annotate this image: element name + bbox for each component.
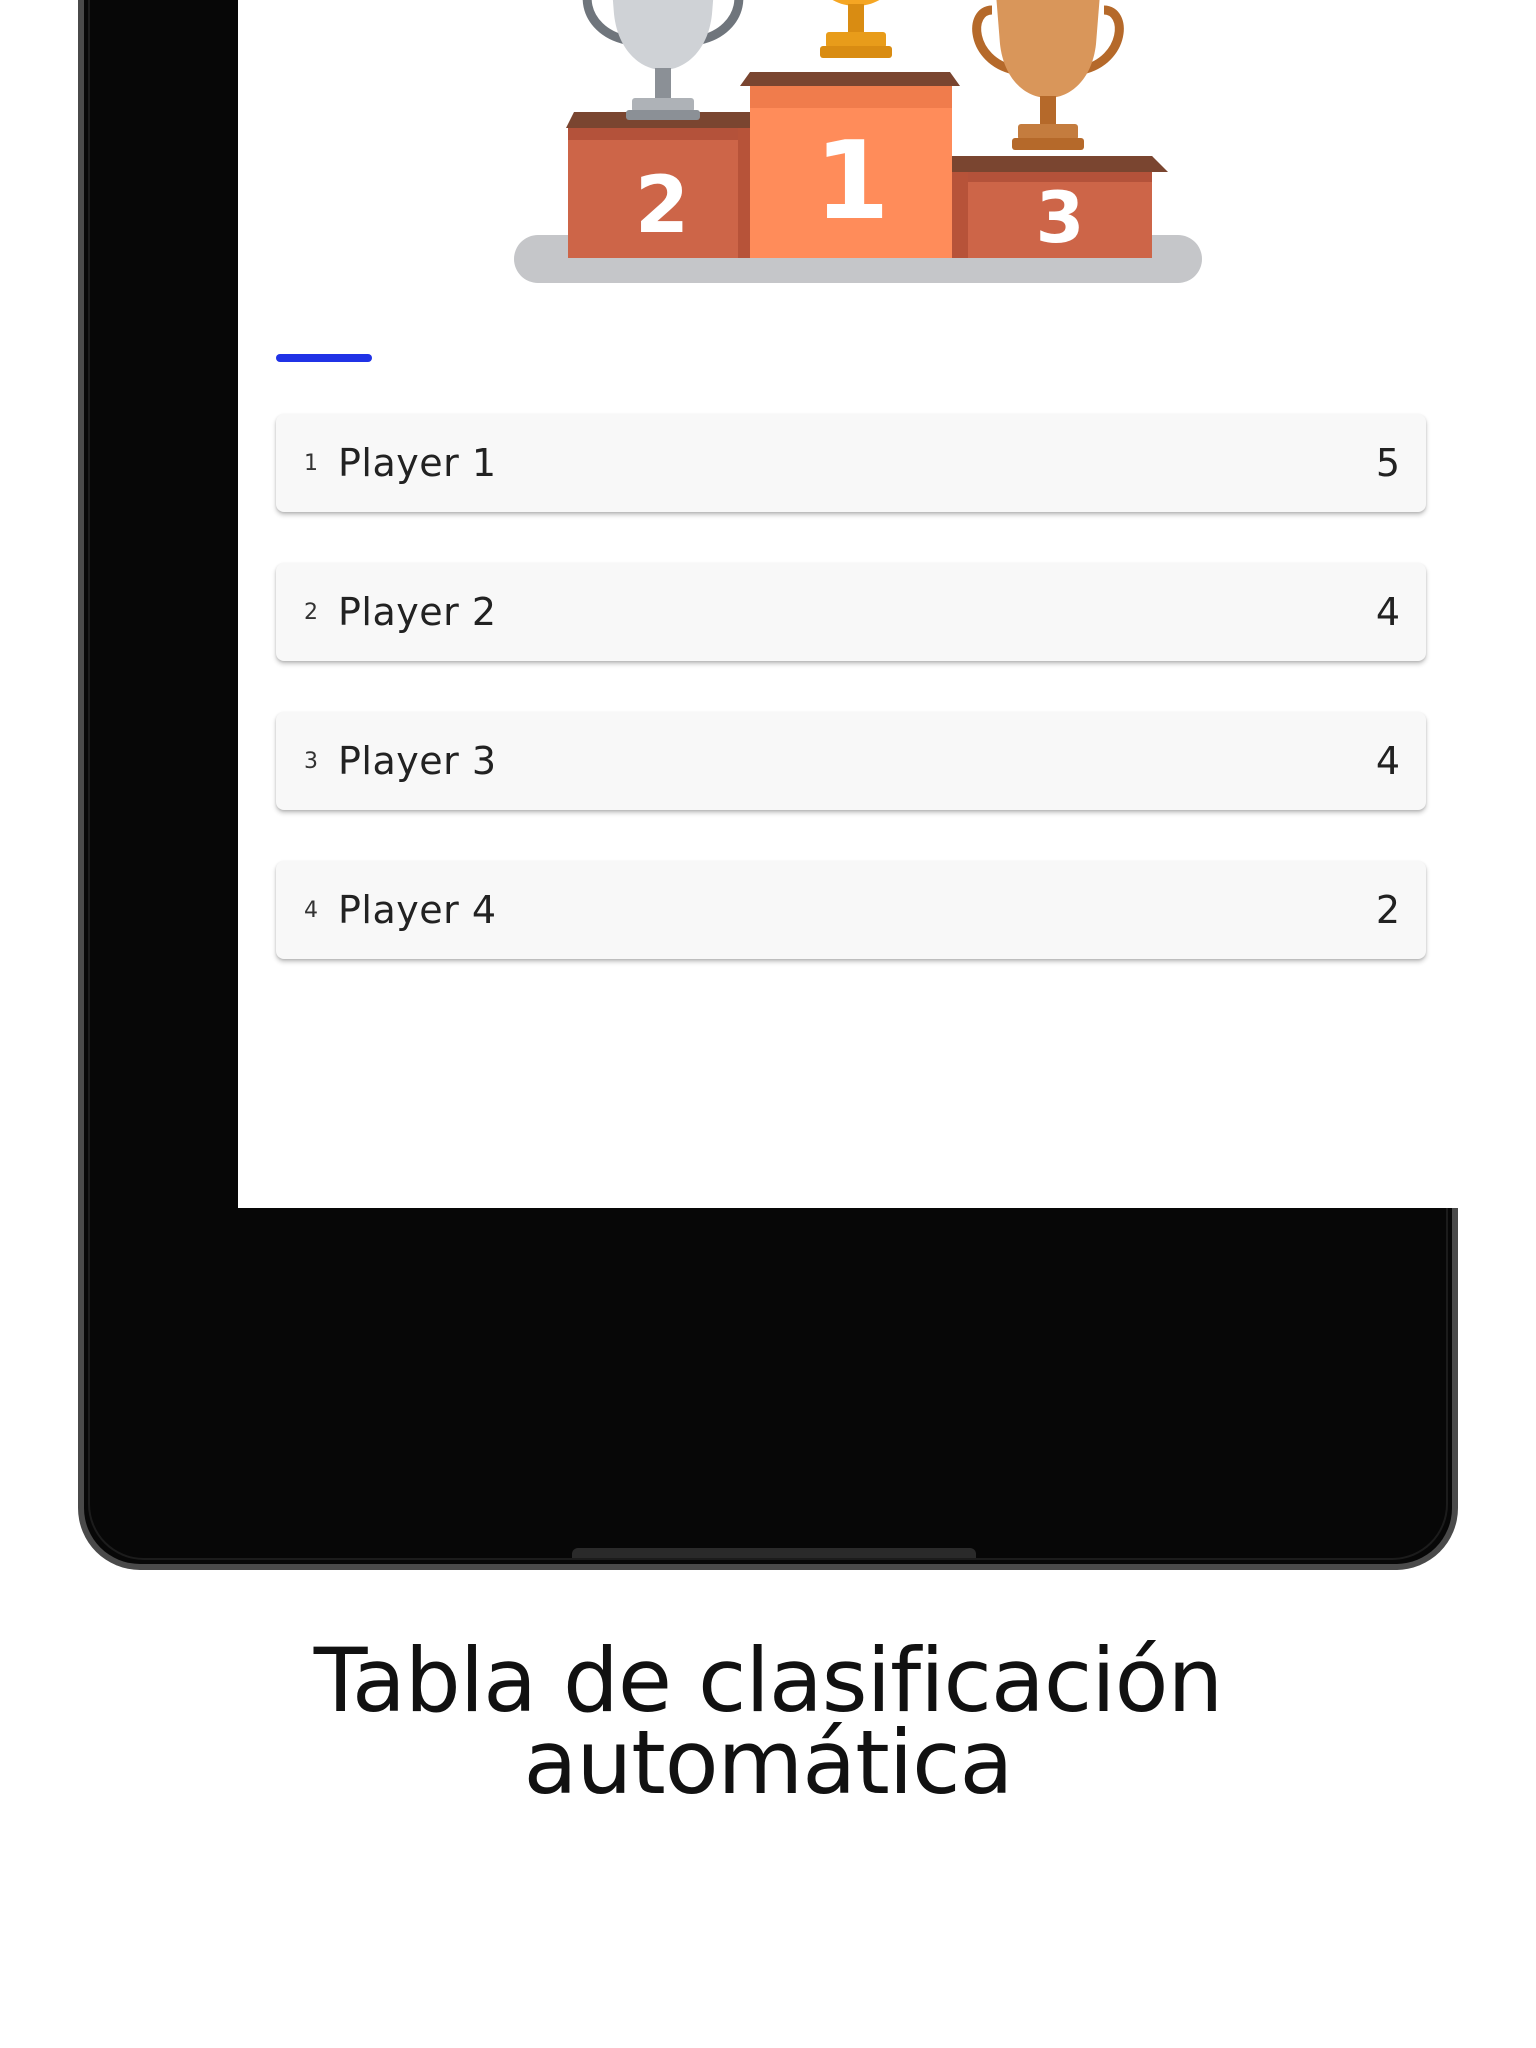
podium-third: 3 bbox=[952, 156, 1168, 259]
player-name: Player 3 bbox=[338, 739, 497, 783]
rank-label: 3 bbox=[304, 748, 318, 774]
bronze-trophy-icon bbox=[972, 0, 1124, 150]
player-score: 5 bbox=[1375, 441, 1400, 485]
caption: Tabla de clasificación automática bbox=[0, 1629, 1536, 1814]
caption-line-2: automática bbox=[523, 1711, 1014, 1814]
player-score: 4 bbox=[1375, 590, 1400, 634]
leaderboard-row[interactable]: 3 Player 3 4 bbox=[276, 712, 1426, 810]
rank-label: 2 bbox=[304, 599, 318, 625]
rank-label: 1 bbox=[304, 450, 318, 476]
rank-label: 4 bbox=[304, 897, 318, 923]
gold-trophy-icon bbox=[820, 0, 892, 58]
podium-illustration: 2 3 1 bbox=[514, 0, 1202, 283]
tablet-home-notch bbox=[572, 1548, 976, 1558]
player-score: 2 bbox=[1375, 888, 1400, 932]
tablet-frame: 2 3 1 1 Player 1 5 2 Player 2 4 3 Player… bbox=[78, 0, 1466, 1570]
leaderboard-row[interactable]: 4 Player 4 2 bbox=[276, 861, 1426, 959]
player-name: Player 2 bbox=[338, 590, 497, 634]
app-screen: 2 3 1 1 Player 1 5 2 Player 2 4 3 Player… bbox=[238, 0, 1466, 1208]
caption-line-1: Tabla de clasificación bbox=[313, 1629, 1224, 1732]
leaderboard-row[interactable]: 1 Player 1 5 bbox=[276, 414, 1426, 512]
leaderboard-row[interactable]: 2 Player 2 4 bbox=[276, 563, 1426, 661]
leaderboard-list: 1 Player 1 5 2 Player 2 4 3 Player 3 4 4… bbox=[276, 414, 1426, 1010]
podium-first: 1 bbox=[740, 72, 960, 258]
podium-third-label: 3 bbox=[1036, 177, 1085, 259]
player-name: Player 1 bbox=[338, 441, 497, 485]
player-score: 4 bbox=[1375, 739, 1400, 783]
tab-indicator bbox=[276, 354, 372, 362]
player-name: Player 4 bbox=[338, 888, 497, 932]
podium-second-label: 2 bbox=[635, 161, 689, 251]
silver-trophy-icon bbox=[582, 0, 744, 120]
page: 2 3 1 1 Player 1 5 2 Player 2 4 3 Player… bbox=[0, 0, 1536, 2048]
podium-first-label: 1 bbox=[814, 119, 889, 244]
podium-second: 2 bbox=[566, 112, 758, 258]
